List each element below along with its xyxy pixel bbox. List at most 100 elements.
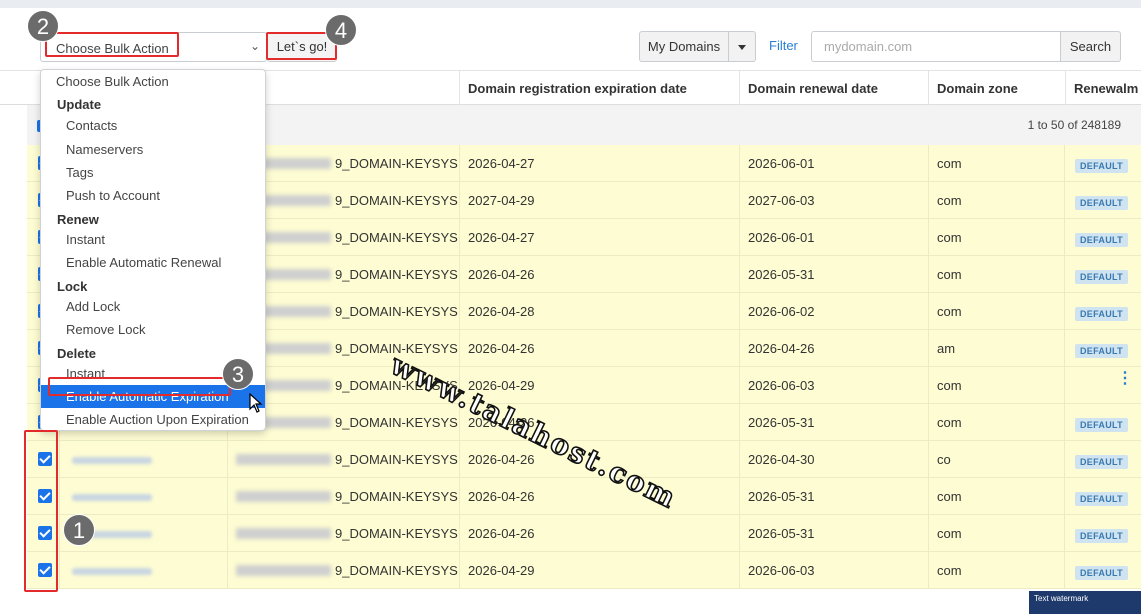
zone-cell: am [928, 330, 1065, 367]
renewal-date-cell: 2026-05-31 [739, 515, 929, 552]
text-watermark-label: Text watermark [1029, 590, 1141, 614]
redacted-domain [72, 457, 152, 464]
column-header-renewal[interactable]: Domain renewal date [739, 71, 929, 106]
expiration-date-cell: 2027-04-29 [459, 182, 740, 219]
my-domains-button[interactable]: My Domains [639, 31, 729, 62]
redacted-registrar [236, 565, 331, 576]
renewal-date-cell: 2026-05-31 [739, 478, 929, 515]
renewal-mode-cell: ⋮ [1064, 367, 1141, 404]
renewal-mode-badge: DEFAULT [1075, 492, 1128, 506]
renewal-mode-cell: DEFAULT [1064, 441, 1141, 478]
column-header-expiration[interactable]: Domain registration expiration date [459, 71, 740, 106]
renewal-mode-cell: DEFAULT [1064, 478, 1141, 515]
dropdown-option-choose-bulk-action[interactable]: Choose Bulk Action [41, 70, 265, 93]
registrar-suffix: 9_DOMAIN-KEYSYS [335, 489, 458, 504]
redacted-domain [72, 494, 152, 501]
zone-cell: com [928, 293, 1065, 330]
renewal-mode-badge: DEFAULT [1075, 566, 1128, 580]
renewal-date-cell: 2026-05-31 [739, 404, 929, 441]
expiration-date-cell: 2026-04-27 [459, 145, 740, 182]
domain-name-cell[interactable] [59, 478, 228, 515]
zone-cell: com [928, 219, 1065, 256]
dropdown-option-add-lock[interactable]: Add Lock [41, 295, 265, 318]
renewal-mode-cell: DEFAULT [1064, 552, 1141, 589]
registrar-cell: 9_DOMAIN-KEYSYS [227, 441, 460, 478]
renewal-mode-badge: DEFAULT [1075, 270, 1128, 284]
redacted-registrar [236, 454, 331, 465]
dropdown-option-push-to-account[interactable]: Push to Account [41, 184, 265, 207]
zone-cell: com [928, 182, 1065, 219]
renewal-mode-cell: DEFAULT [1064, 145, 1141, 182]
renewal-date-cell: 2026-06-03 [739, 367, 929, 404]
redacted-registrar [236, 528, 331, 539]
search-button[interactable]: Search [1060, 31, 1121, 62]
zone-cell: com [928, 515, 1065, 552]
dropdown-group-update: Update [57, 97, 102, 112]
caret-down-icon[interactable] [729, 31, 756, 62]
registrar-suffix: 9_DOMAIN-KEYSYS [335, 415, 458, 430]
dropdown-option-instant[interactable]: Instant [41, 228, 265, 251]
renewal-date-cell: 2026-04-30 [739, 441, 929, 478]
annotation-box-selected-option [48, 377, 231, 396]
domain-list-panel: Choose Bulk Action ⌄ Let`s go! My Domain… [0, 8, 1141, 614]
step-marker-1: 1 [63, 514, 95, 546]
step-marker-3: 3 [222, 358, 254, 390]
renewal-mode-cell: DEFAULT [1064, 219, 1141, 256]
search-input[interactable] [811, 31, 1061, 62]
chevron-down-icon: ⌄ [249, 39, 260, 53]
registrar-suffix: 9_DOMAIN-KEYSYS [335, 452, 458, 467]
table-row[interactable]: 9_DOMAIN-KEYSYS 2026-04-29 2026-06-03 com DE… [27, 552, 1141, 589]
expiration-date-cell: 2026-04-28 [459, 293, 740, 330]
registrar-suffix: 9_DOMAIN-KEYSYS [335, 156, 458, 171]
renewal-mode-badge: DEFAULT [1075, 159, 1128, 173]
table-row[interactable]: 9_DOMAIN-KEYSYS 2026-04-26 2026-05-31 com DE… [27, 515, 1141, 552]
dropdown-option-contacts[interactable]: Contacts [41, 114, 265, 137]
renewal-date-cell: 2026-05-31 [739, 256, 929, 293]
registrar-cell: 9_DOMAIN-KEYSYS [227, 552, 460, 589]
renewal-mode-badge: DEFAULT [1075, 418, 1128, 432]
table-row[interactable]: 9_DOMAIN-KEYSYS 2026-04-26 2026-05-31 com DE… [27, 478, 1141, 515]
renewal-mode-badge: DEFAULT [1075, 196, 1128, 210]
renewal-mode-badge: DEFAULT [1075, 344, 1128, 358]
dropdown-option-nameservers[interactable]: Nameservers [41, 138, 265, 161]
column-header-renewal-mode[interactable]: Renewalm [1065, 71, 1141, 106]
registrar-cell: 9_DOMAIN-KEYSYS [227, 478, 460, 515]
redacted-domain [72, 568, 152, 575]
zone-cell: com [928, 256, 1065, 293]
renewal-mode-badge: DEFAULT [1075, 307, 1128, 321]
dropdown-option-remove-lock[interactable]: Remove Lock [41, 318, 265, 341]
renewal-mode-cell: DEFAULT [1064, 182, 1141, 219]
renewal-mode-cell: DEFAULT [1064, 330, 1141, 367]
dropdown-option-tags[interactable]: Tags [41, 161, 265, 184]
step-marker-4: 4 [325, 14, 357, 46]
mouse-pointer-icon [249, 393, 263, 413]
registrar-cell: 9_DOMAIN-KEYSYS [227, 515, 460, 552]
renewal-date-cell: 2026-06-02 [739, 293, 929, 330]
registrar-suffix: 9_DOMAIN-KEYSYS [335, 563, 458, 578]
renewal-date-cell: 2026-04-26 [739, 330, 929, 367]
zone-cell: com [928, 404, 1065, 441]
expiration-date-cell: 2026-04-26 [459, 256, 740, 293]
renewal-mode-badge: DEFAULT [1075, 529, 1128, 543]
renewal-mode-badge: DEFAULT [1075, 233, 1128, 247]
renewal-mode-badge: DEFAULT [1075, 455, 1128, 469]
column-header-zone[interactable]: Domain zone [928, 71, 1065, 106]
registrar-suffix: 9_DOMAIN-KEYSYS [335, 267, 458, 282]
more-options-icon[interactable]: ⋮ [1117, 371, 1133, 387]
dropdown-option-enable-auction-upon-expiration[interactable]: Enable Auction Upon Expiration [41, 408, 265, 431]
filter-link[interactable]: Filter [769, 38, 798, 53]
zone-cell: com [928, 367, 1065, 404]
dropdown-option-enable-automatic-renewal[interactable]: Enable Automatic Renewal [41, 251, 265, 274]
renewal-date-cell: 2026-06-01 [739, 219, 929, 256]
redacted-registrar [236, 491, 331, 502]
domain-name-cell[interactable] [59, 441, 228, 478]
expiration-date-cell: 2026-04-27 [459, 219, 740, 256]
renewal-mode-cell: DEFAULT [1064, 404, 1141, 441]
expiration-date-cell: 2026-04-26 [459, 478, 740, 515]
expiration-date-cell: 2026-04-29 [459, 552, 740, 589]
domain-name-cell[interactable] [59, 552, 228, 589]
renewal-date-cell: 2026-06-03 [739, 552, 929, 589]
registrar-suffix: 9_DOMAIN-KEYSYS [335, 526, 458, 541]
registrar-suffix: 9_DOMAIN-KEYSYS [335, 230, 458, 245]
renewal-mode-cell: DEFAULT [1064, 256, 1141, 293]
